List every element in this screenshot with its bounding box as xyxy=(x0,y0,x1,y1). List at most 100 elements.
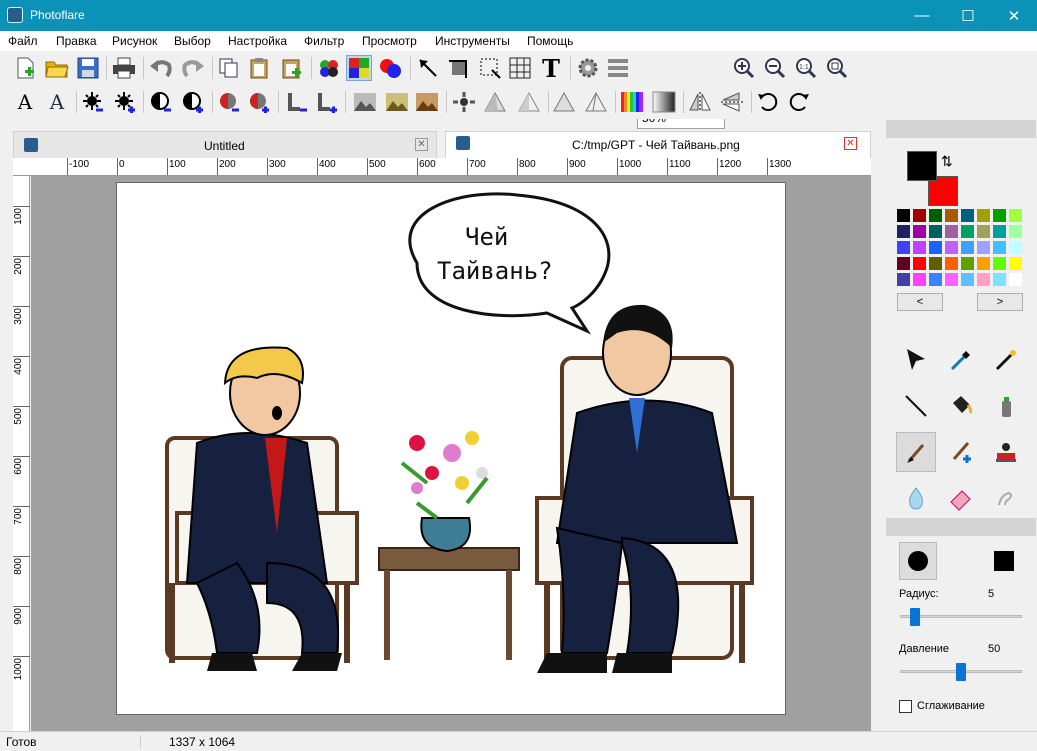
menu-image[interactable]: Рисунок xyxy=(112,34,157,48)
undo-icon[interactable] xyxy=(148,55,174,81)
arrow-tool-icon[interactable] xyxy=(415,55,441,81)
palette-swatch[interactable] xyxy=(961,209,974,222)
palette-swatch[interactable] xyxy=(961,257,974,270)
palette-swatch[interactable] xyxy=(929,209,942,222)
tab-close-icon[interactable]: ✕ xyxy=(415,138,428,151)
palette-swatch[interactable] xyxy=(945,241,958,254)
zoom-in-icon[interactable] xyxy=(731,55,757,81)
palette-swatch[interactable] xyxy=(897,257,910,270)
palette-swatch[interactable] xyxy=(993,241,1006,254)
blur-drop-icon[interactable] xyxy=(896,478,936,518)
pyramid-1-icon[interactable] xyxy=(482,89,508,115)
contrast-up-icon[interactable] xyxy=(180,89,206,115)
rgb-channels-icon[interactable] xyxy=(316,55,342,81)
tab-active-image[interactable]: C:/tmp/GPT - Чей Тайвань.png ✕ xyxy=(445,131,871,158)
paste-icon[interactable] xyxy=(246,55,272,81)
palette-swatch[interactable] xyxy=(945,257,958,270)
palette-swatch[interactable] xyxy=(977,225,990,238)
flip-horizontal-icon[interactable] xyxy=(687,89,713,115)
filter-landscape-2-icon[interactable] xyxy=(384,89,410,115)
brush-plus-icon[interactable] xyxy=(941,432,981,472)
select-rect-icon[interactable] xyxy=(477,55,503,81)
settings-gear-icon[interactable] xyxy=(575,55,601,81)
filter-landscape-3-icon[interactable] xyxy=(414,89,440,115)
zoom-out-icon[interactable] xyxy=(762,55,788,81)
palette-swatch[interactable] xyxy=(913,225,926,238)
palette-swatch[interactable] xyxy=(929,241,942,254)
rotate-cw-icon[interactable] xyxy=(786,89,812,115)
palette-swatch[interactable] xyxy=(1009,257,1022,270)
save-icon[interactable] xyxy=(75,55,101,81)
palette-swatch[interactable] xyxy=(913,241,926,254)
palette-swatch[interactable] xyxy=(945,209,958,222)
square-brush-icon[interactable] xyxy=(994,551,1014,571)
palette-swatch[interactable] xyxy=(945,273,958,286)
palette-prev-button[interactable]: < xyxy=(897,293,943,311)
radius-slider-thumb[interactable] xyxy=(910,608,921,626)
brightness-up-icon[interactable] xyxy=(112,89,138,115)
color-swap-icon[interactable] xyxy=(377,55,403,81)
palette-swatch[interactable] xyxy=(1009,209,1022,222)
gamma-up-icon[interactable] xyxy=(314,89,340,115)
paint-bucket-icon[interactable] xyxy=(941,386,981,426)
palette-swatch[interactable] xyxy=(977,273,990,286)
paste-new-icon[interactable] xyxy=(278,55,304,81)
rainbow-gradient-icon[interactable] xyxy=(619,89,645,115)
palette-swatch[interactable] xyxy=(913,273,926,286)
palette-swatch[interactable] xyxy=(929,225,942,238)
swap-colors-icon[interactable]: ⇅ xyxy=(941,153,953,170)
flip-vertical-icon[interactable] xyxy=(719,89,745,115)
font-color-icon[interactable]: A xyxy=(44,89,70,115)
gamma-down-icon[interactable] xyxy=(284,89,310,115)
palette-swatch[interactable] xyxy=(993,209,1006,222)
menu-tools[interactable]: Инструменты xyxy=(435,34,510,48)
palette-swatch[interactable] xyxy=(913,257,926,270)
grid-icon[interactable] xyxy=(507,55,533,81)
minimize-button[interactable]: — xyxy=(899,0,945,31)
batch-icon[interactable] xyxy=(605,55,631,81)
saturation-up-icon[interactable] xyxy=(246,89,272,115)
open-folder-icon[interactable] xyxy=(44,55,70,81)
antialias-checkbox[interactable] xyxy=(899,700,912,713)
print-icon[interactable] xyxy=(111,55,137,81)
line-tool-icon[interactable] xyxy=(896,386,936,426)
rotate-ccw-icon[interactable] xyxy=(755,89,781,115)
pointer-tool-icon[interactable] xyxy=(896,340,936,380)
palette-swatch[interactable] xyxy=(913,209,926,222)
pressure-slider-thumb[interactable] xyxy=(956,663,966,681)
palette-swatch[interactable] xyxy=(1009,273,1022,286)
crystallize-icon[interactable] xyxy=(451,89,477,115)
canvas-area[interactable]: Чей Тайвань? xyxy=(31,176,871,731)
brightness-down-icon[interactable] xyxy=(80,89,106,115)
menu-help[interactable]: Помощь xyxy=(527,34,573,48)
contrast-down-icon[interactable] xyxy=(148,89,174,115)
pyramid-2-icon[interactable] xyxy=(516,89,542,115)
copy-icon[interactable] xyxy=(216,55,242,81)
paint-brush-icon[interactable] xyxy=(896,432,936,472)
saturation-down-icon[interactable] xyxy=(216,89,242,115)
palette-swatch[interactable] xyxy=(993,257,1006,270)
menu-select[interactable]: Выбор xyxy=(174,34,211,48)
palette-swatch[interactable] xyxy=(929,257,942,270)
palette-swatch[interactable] xyxy=(961,225,974,238)
maximize-button[interactable]: ☐ xyxy=(945,0,991,31)
tab-close-icon[interactable]: ✕ xyxy=(844,137,857,150)
palette-swatch[interactable] xyxy=(977,257,990,270)
magic-wand-icon[interactable] xyxy=(986,340,1026,380)
font-size-icon[interactable]: A xyxy=(12,89,38,115)
pyramid-4-icon[interactable] xyxy=(583,89,609,115)
palette-swatch[interactable] xyxy=(1009,225,1022,238)
close-button[interactable]: ✕ xyxy=(991,0,1037,31)
menu-edit[interactable]: Правка xyxy=(56,34,97,48)
palette-swatch[interactable] xyxy=(993,273,1006,286)
palette-swatch[interactable] xyxy=(929,273,942,286)
zoom-actual-icon[interactable]: 1:1 xyxy=(793,55,819,81)
redo-icon[interactable] xyxy=(180,55,206,81)
palette-next-button[interactable]: > xyxy=(977,293,1023,311)
image-canvas[interactable]: Чей Тайвань? xyxy=(116,182,786,715)
menu-adjust[interactable]: Настройка xyxy=(228,34,287,48)
palette-swatch[interactable] xyxy=(897,273,910,286)
eraser-icon[interactable] xyxy=(941,478,981,518)
menu-filter[interactable]: Фильтр xyxy=(304,34,344,48)
palette-swatch[interactable] xyxy=(945,225,958,238)
